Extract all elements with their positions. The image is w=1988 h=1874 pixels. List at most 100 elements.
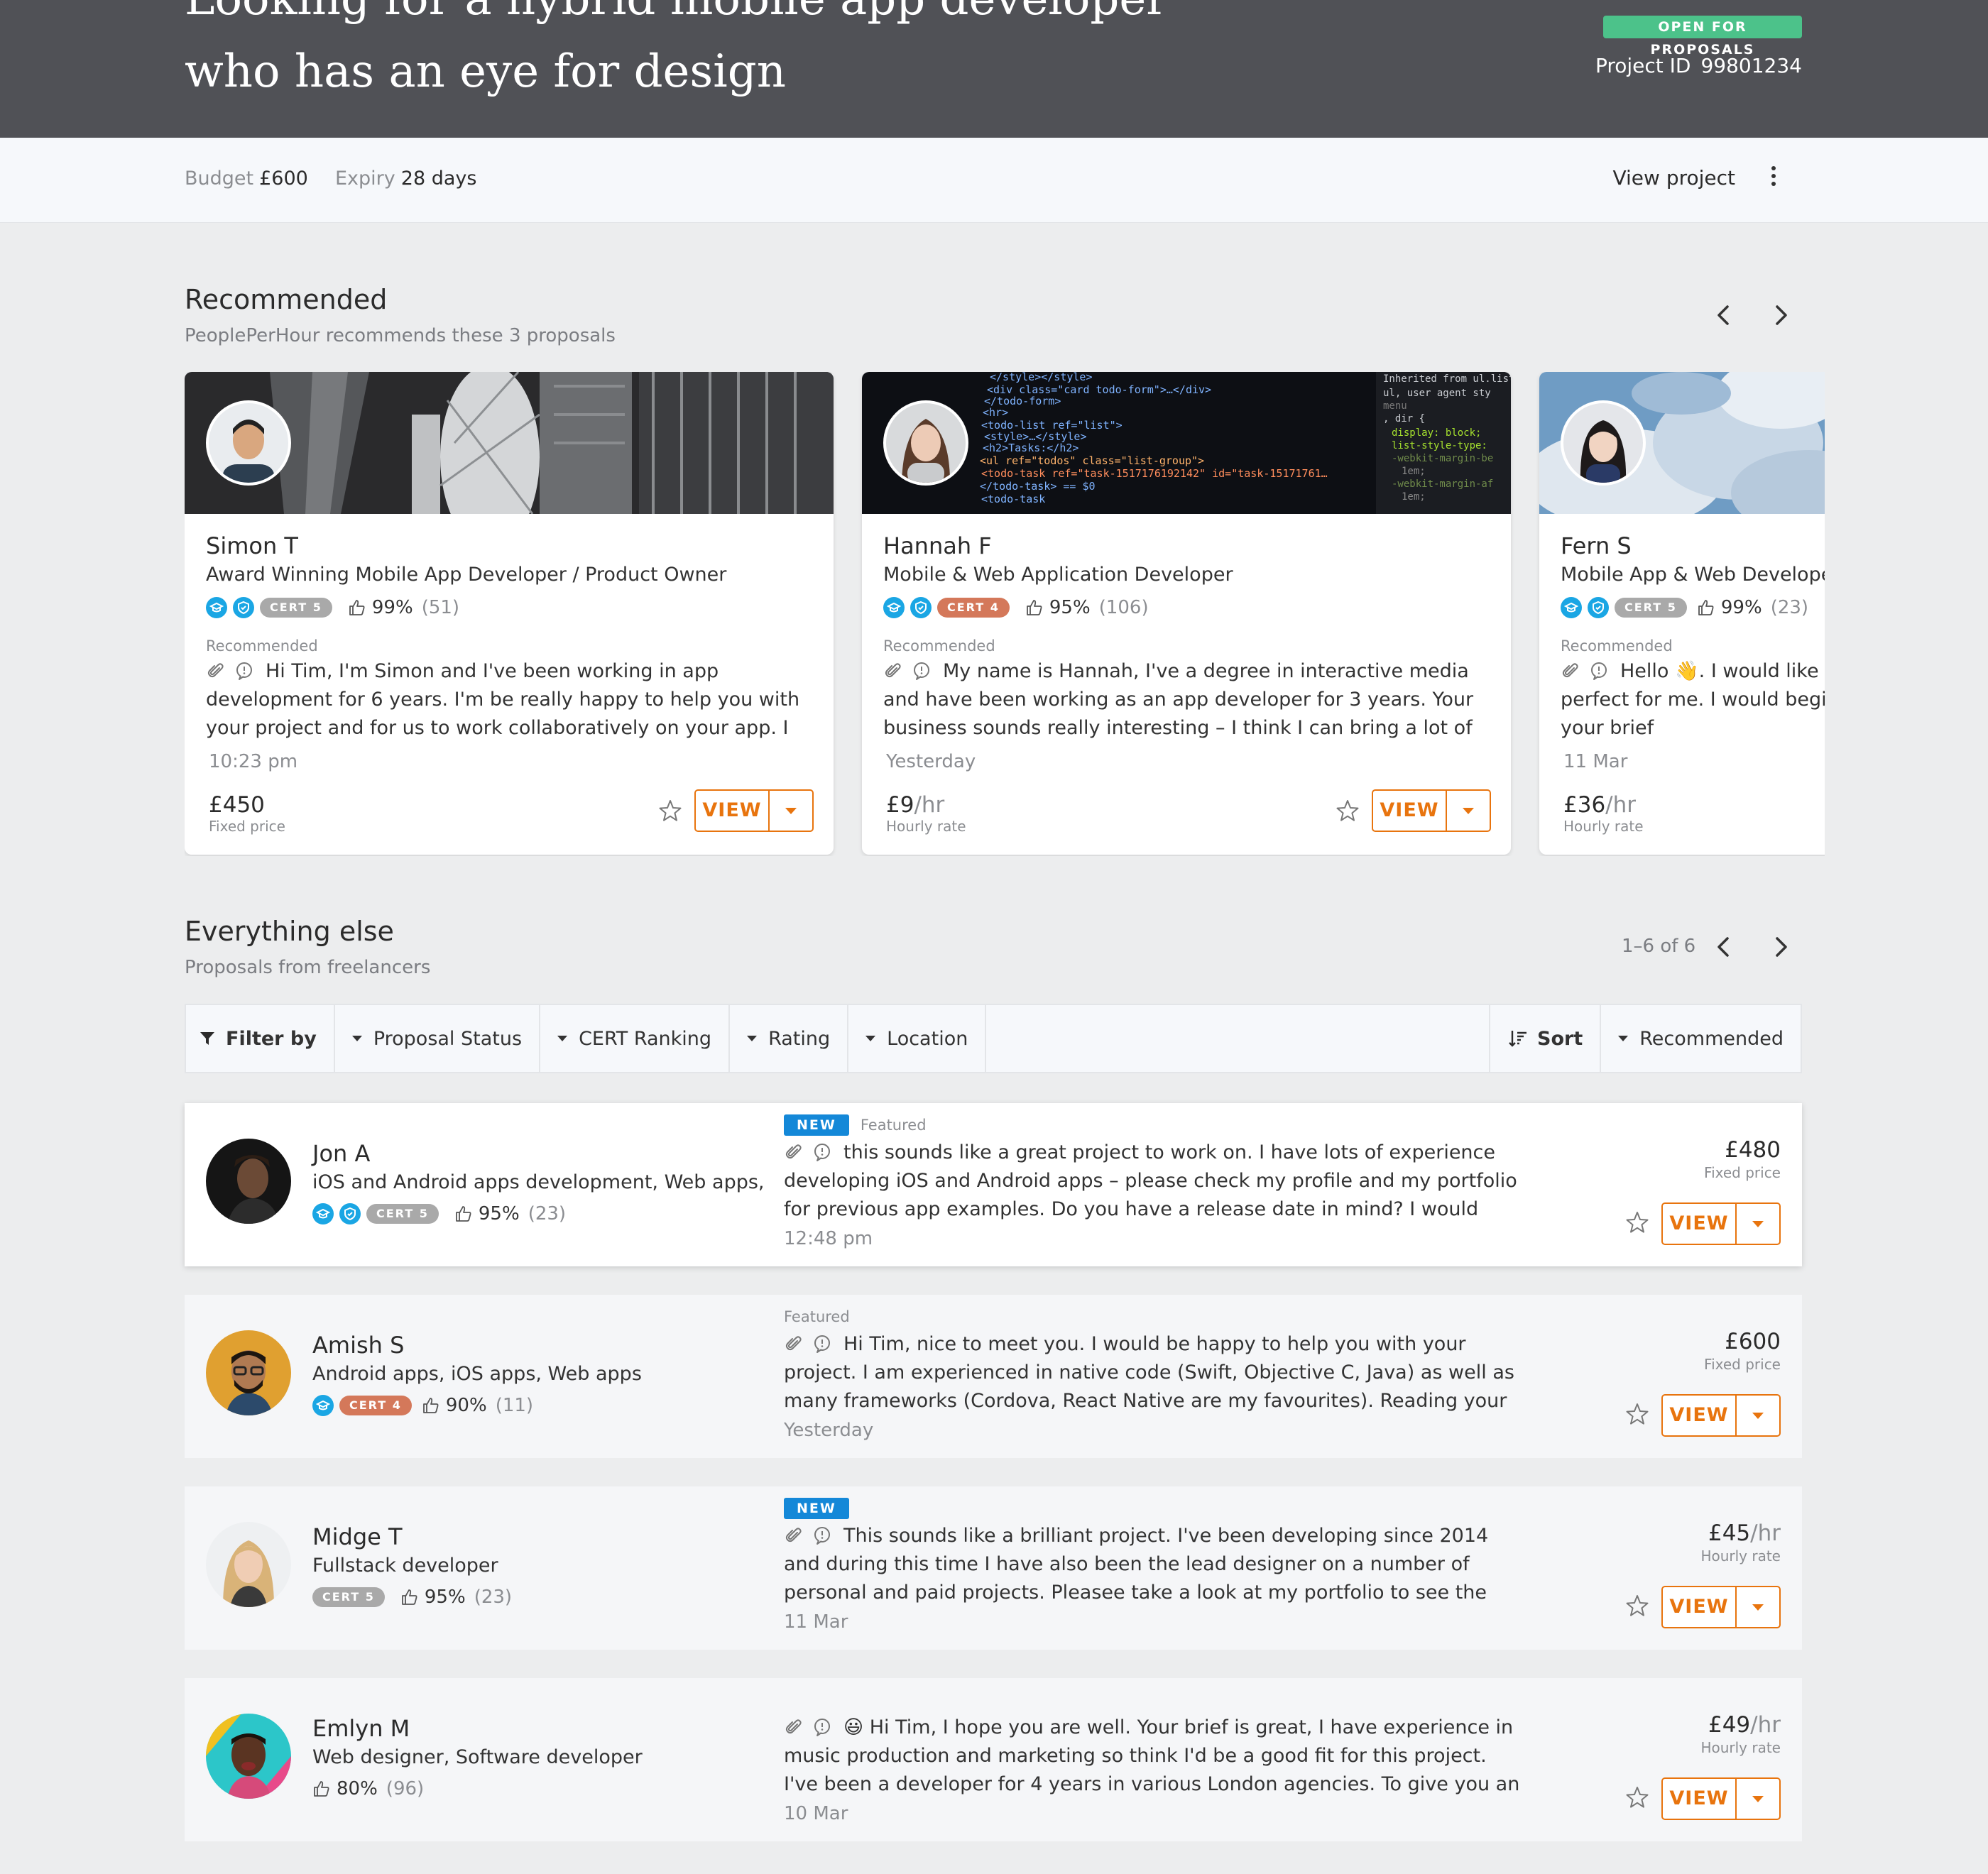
code-line: <ul ref="todos" class="list-group"> <box>980 454 1204 467</box>
code-line: menu <box>1383 400 1407 412</box>
filter-rating[interactable]: Rating <box>730 1005 849 1072</box>
proposal-row[interactable]: Amish S Android apps, iOS apps, Web apps… <box>185 1295 1802 1458</box>
star-icon[interactable] <box>1624 1210 1650 1235</box>
kebab-menu-icon[interactable] <box>1765 163 1782 192</box>
view-button[interactable]: VIEW <box>1663 1396 1737 1435</box>
sort-icon <box>1509 1031 1527 1047</box>
freelancer-role: Web designer, Software developer <box>312 1746 643 1768</box>
chat-bubble-icon <box>914 662 929 680</box>
caret-down-icon <box>747 1036 758 1041</box>
view-button[interactable]: VIEW <box>1663 1779 1737 1819</box>
price-type: Hourly rate <box>1700 1547 1781 1565</box>
message-text: this sounds like a great project to work… <box>784 1141 1517 1220</box>
recommended-label: Recommended <box>1561 637 1673 654</box>
freelancer-name[interactable]: Fern S <box>1561 532 1632 559</box>
view-split-button: VIEW <box>1372 789 1491 832</box>
proposal-message: This sounds like a brilliant project. I'… <box>784 1522 1522 1607</box>
freelancer-name[interactable]: Midge T <box>312 1523 403 1550</box>
message-text: Hi Tim, I'm Simon and I've been working … <box>206 660 800 739</box>
rating-percent: 99% <box>371 597 413 618</box>
view-project-link[interactable]: View project <box>1612 166 1735 190</box>
freelancer-name[interactable]: Amish S <box>312 1332 404 1359</box>
code-line: <todo-task ref="task-1517176192142" id="… <box>981 467 1328 480</box>
caret-down-icon <box>351 1036 362 1041</box>
waving-hand-emoji: 👋 <box>1675 660 1699 682</box>
recommended-label: Recommended <box>883 637 995 654</box>
avatar <box>883 400 968 486</box>
price-type: Hourly rate <box>1563 818 1644 835</box>
rating-count: (23) <box>528 1203 567 1224</box>
view-dropdown-toggle[interactable] <box>1737 1204 1779 1244</box>
code-line: 1em; <box>1402 491 1426 503</box>
caret-down-icon <box>1463 807 1474 814</box>
view-dropdown-toggle[interactable] <box>1447 791 1490 831</box>
chevron-right-icon[interactable] <box>1765 300 1796 331</box>
verified-shield-icon <box>339 1203 361 1224</box>
chevron-left-icon[interactable] <box>1708 931 1740 963</box>
view-button[interactable]: VIEW <box>1373 791 1447 831</box>
sort-button[interactable]: Sort <box>1490 1005 1602 1072</box>
star-icon[interactable] <box>657 798 683 823</box>
proposal-row[interactable]: Emlyn M Web designer, Software developer… <box>185 1678 1802 1841</box>
rating-count: (106) <box>1098 597 1149 618</box>
price-value: £600 <box>1725 1329 1781 1354</box>
expiry-value: 28 days <box>400 168 477 190</box>
proposal-row[interactable]: Midge T Fullstack developer CERT 5 95% (2… <box>185 1486 1802 1650</box>
freelancer-name[interactable]: Simon T <box>206 532 298 559</box>
filter-label: Location <box>887 1027 968 1050</box>
project-id-value: 99801234 <box>1700 54 1802 77</box>
project-header: Looking for a hybrid mobile app develope… <box>0 0 1988 138</box>
chat-bubble-icon <box>814 1335 830 1353</box>
proposal-row[interactable]: Jon A iOS and Android apps development, … <box>185 1103 1802 1266</box>
chevron-left-icon[interactable] <box>1708 300 1740 331</box>
freelancer-name[interactable]: Jon A <box>312 1140 370 1167</box>
code-line: <todo-task <box>981 493 1045 505</box>
view-dropdown-toggle[interactable] <box>1737 1587 1779 1627</box>
star-icon[interactable] <box>1624 1401 1650 1427</box>
code-line: ul, user agent sty <box>1383 388 1491 399</box>
proposal-message: 😃 Hi Tim, I hope you are well. Your brie… <box>784 1714 1522 1799</box>
recommended-card: Simon T Award Winning Mobile App Develop… <box>185 372 834 855</box>
view-dropdown-toggle[interactable] <box>1737 1779 1779 1819</box>
filter-location[interactable]: Location <box>848 1005 987 1072</box>
education-badge-icon <box>312 1203 334 1224</box>
rating-count: (51) <box>421 597 460 618</box>
paperclip-icon <box>785 1528 802 1543</box>
sort-select[interactable]: Recommended <box>1601 1005 1801 1072</box>
education-badge-icon <box>206 597 227 618</box>
star-icon[interactable] <box>1335 798 1360 823</box>
star-icon[interactable] <box>1624 1785 1650 1810</box>
price-value: £480 <box>1725 1137 1781 1163</box>
filter-by-button[interactable]: Filter by <box>186 1005 335 1072</box>
filter-bar: Filter by Proposal Status CERT Ranking R… <box>185 1004 1802 1073</box>
expiry-label: Expiry <box>335 168 395 190</box>
view-dropdown-toggle[interactable] <box>770 791 812 831</box>
star-icon[interactable] <box>1624 1593 1650 1618</box>
view-button[interactable]: VIEW <box>1663 1204 1737 1244</box>
view-button[interactable]: VIEW <box>1663 1587 1737 1627</box>
view-dropdown-toggle[interactable] <box>1737 1396 1779 1435</box>
code-line: display: block; <box>1392 427 1481 439</box>
verified-shield-icon <box>1588 597 1609 618</box>
avatar <box>206 400 291 486</box>
filter-cert-ranking[interactable]: CERT Ranking <box>540 1005 731 1072</box>
cert-badge: CERT 5 <box>312 1587 385 1607</box>
verified-shield-icon <box>233 597 254 618</box>
filter-proposal-status[interactable]: Proposal Status <box>335 1005 541 1072</box>
freelancer-name[interactable]: Hannah F <box>883 532 992 559</box>
proposal-time: Yesterday <box>886 751 976 772</box>
code-line: <hr> <box>983 406 1008 419</box>
code-line: Inherited from ul.list <box>1383 373 1511 385</box>
price: £480 <box>1725 1137 1781 1163</box>
education-badge-icon <box>883 597 905 618</box>
freelancer-name[interactable]: Emlyn M <box>312 1715 410 1742</box>
expiry: Expiry 28 days <box>335 168 476 190</box>
price-unit: /hr <box>1750 1712 1781 1738</box>
chevron-right-icon[interactable] <box>1765 931 1796 963</box>
view-button[interactable]: VIEW <box>696 791 770 831</box>
project-id-label: Project ID <box>1595 54 1691 77</box>
code-line: </style></style> <box>990 372 1093 383</box>
proposal-time: 11 Mar <box>784 1611 848 1633</box>
code-line: , dir { <box>1383 413 1425 424</box>
price-type: Hourly rate <box>1700 1739 1781 1756</box>
